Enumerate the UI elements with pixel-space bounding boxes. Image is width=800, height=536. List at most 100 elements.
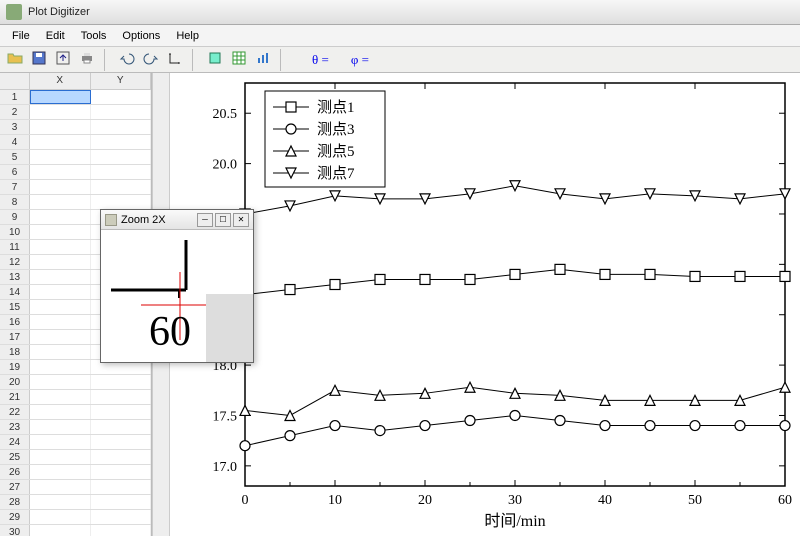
row-header[interactable]: 27 [0,480,30,494]
cell[interactable] [30,450,91,464]
col-header-y[interactable]: Y [91,73,152,89]
row-header[interactable]: 3 [0,120,30,134]
cell[interactable] [91,420,152,434]
row-header[interactable]: 7 [0,180,30,194]
col-header-x[interactable]: X [30,73,91,89]
row-header[interactable]: 21 [0,390,30,404]
row-header[interactable]: 13 [0,270,30,284]
row-header[interactable]: 24 [0,435,30,449]
cell[interactable] [91,465,152,479]
row-header[interactable]: 9 [0,210,30,224]
cell[interactable] [30,390,91,404]
cell[interactable] [30,360,91,374]
redo-button[interactable] [140,49,162,71]
row-header[interactable]: 26 [0,465,30,479]
cell[interactable] [30,345,91,359]
row-header[interactable]: 1 [0,90,30,104]
cell[interactable] [91,90,151,104]
row-header[interactable]: 22 [0,405,30,419]
row-header[interactable]: 10 [0,225,30,239]
chart-canvas[interactable]: 010203040506017.017.518.018.519.019.520.… [170,73,800,536]
menu-help[interactable]: Help [168,28,207,44]
cell[interactable] [30,510,91,524]
cell[interactable] [30,480,91,494]
sheet-corner[interactable] [0,73,30,89]
cell[interactable] [30,195,91,209]
cell[interactable] [30,285,91,299]
axes-button[interactable] [164,49,186,71]
row-header[interactable]: 11 [0,240,30,254]
row-header[interactable]: 17 [0,330,30,344]
cell[interactable] [30,135,91,149]
row-header[interactable]: 12 [0,255,30,269]
cell[interactable] [30,435,91,449]
menu-tools[interactable]: Tools [73,28,115,44]
cell[interactable] [30,255,91,269]
cell[interactable] [30,525,91,536]
cell[interactable] [30,405,91,419]
cell[interactable] [30,150,91,164]
menu-file[interactable]: File [4,28,38,44]
cell[interactable] [91,435,152,449]
grid-button[interactable] [228,49,250,71]
row-header[interactable]: 28 [0,495,30,509]
cell[interactable] [91,450,152,464]
menu-edit[interactable]: Edit [38,28,73,44]
cell[interactable] [30,465,91,479]
cell[interactable] [30,420,91,434]
row-header[interactable]: 6 [0,165,30,179]
cell[interactable] [91,165,152,179]
cell[interactable] [30,330,91,344]
close-button[interactable]: ✕ [233,213,249,227]
row-header[interactable]: 16 [0,315,30,329]
save-button[interactable] [28,49,50,71]
menu-options[interactable]: Options [114,28,168,44]
export-button[interactable] [52,49,74,71]
zoom-window[interactable]: Zoom 2X ─ ☐ ✕ 60 [100,209,254,363]
row-header[interactable]: 2 [0,105,30,119]
cell[interactable] [91,390,152,404]
cell[interactable] [91,180,152,194]
row-header[interactable]: 19 [0,360,30,374]
undo-button[interactable] [116,49,138,71]
cell[interactable] [30,300,91,314]
print-button[interactable] [76,49,98,71]
cell[interactable] [91,525,152,536]
row-header[interactable]: 4 [0,135,30,149]
cell[interactable] [30,495,91,509]
row-header[interactable]: 30 [0,525,30,536]
cell[interactable] [30,180,91,194]
cell[interactable] [91,195,152,209]
cell[interactable] [30,240,91,254]
row-header[interactable]: 20 [0,375,30,389]
cell[interactable] [30,315,91,329]
cell[interactable] [91,120,152,134]
zoom-title-bar[interactable]: Zoom 2X ─ ☐ ✕ [101,210,253,230]
row-header[interactable]: 18 [0,345,30,359]
cell[interactable] [30,225,91,239]
chart-panel[interactable]: 010203040506017.017.518.018.519.019.520.… [170,73,800,536]
row-header[interactable]: 29 [0,510,30,524]
minimize-button[interactable]: ─ [197,213,213,227]
chart-button[interactable] [252,49,274,71]
row-header[interactable]: 8 [0,195,30,209]
cell[interactable] [91,150,152,164]
cell[interactable] [30,270,91,284]
cell[interactable] [91,105,152,119]
cell[interactable] [91,135,152,149]
cell[interactable] [30,120,91,134]
cell[interactable] [91,480,152,494]
cell[interactable] [91,405,152,419]
maximize-button[interactable]: ☐ [215,213,231,227]
book-button[interactable] [204,49,226,71]
row-header[interactable]: 5 [0,150,30,164]
cell[interactable] [91,510,152,524]
cell[interactable] [30,210,91,224]
cell[interactable] [30,165,91,179]
row-header[interactable]: 15 [0,300,30,314]
cell[interactable] [30,375,91,389]
cell[interactable] [30,105,91,119]
open-button[interactable] [4,49,26,71]
row-header[interactable]: 23 [0,420,30,434]
cell[interactable] [91,495,152,509]
